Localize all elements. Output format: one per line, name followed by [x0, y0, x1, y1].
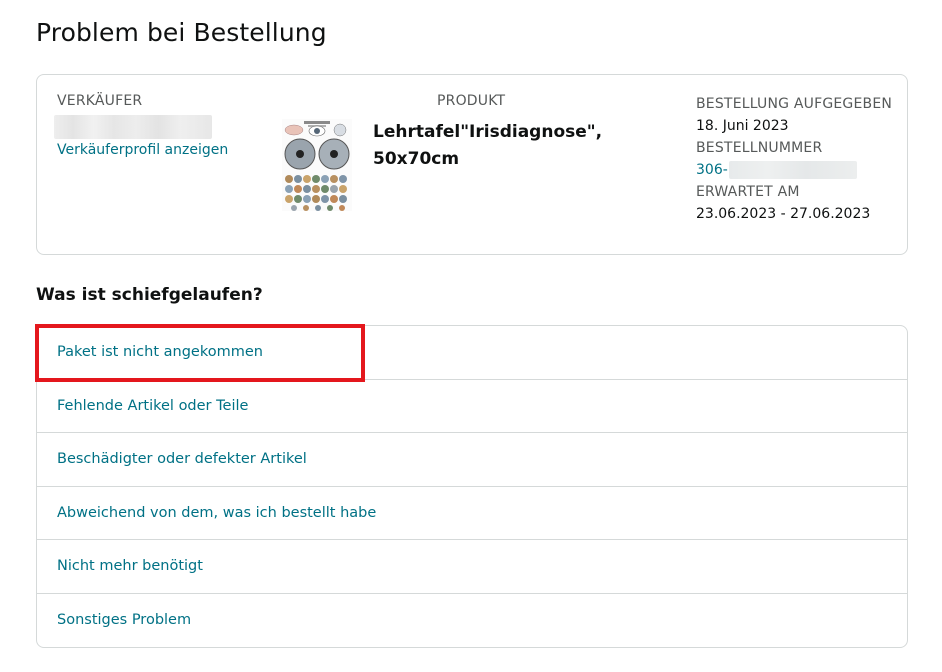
order-summary-card: VERKÄUFER Verkäuferprofil anzeigen PRODU… — [36, 74, 908, 255]
order-number[interactable]: 306- — [696, 159, 901, 181]
page-title: Problem bei Bestellung — [36, 18, 327, 47]
seller-label: VERKÄUFER — [57, 93, 143, 109]
product-label: PRODUKT — [437, 93, 506, 109]
option-label[interactable]: Paket ist nicht angekommen — [57, 344, 263, 360]
order-placed-date: 18. Juni 2023 — [696, 118, 789, 134]
order-details-column: BESTELLUNG AUFGEGEBEN 18. Juni 2023 BEST… — [696, 93, 901, 225]
order-number-redacted — [728, 161, 857, 179]
seller-name-redacted — [54, 115, 212, 139]
option-other-problem[interactable]: Sonstiges Problem — [37, 594, 907, 648]
product-title: Lehrtafel"Irisdiagnose", 50x70cm — [373, 122, 603, 169]
option-label[interactable]: Nicht mehr benötigt — [57, 558, 203, 574]
seller-profile-link[interactable]: Verkäuferprofil anzeigen — [57, 142, 257, 158]
option-damaged-item[interactable]: Beschädigter oder defekter Artikel — [37, 433, 907, 487]
option-no-longer-needed[interactable]: Nicht mehr benötigt — [37, 540, 907, 594]
option-label[interactable]: Beschädigter oder defekter Artikel — [57, 451, 307, 467]
option-label[interactable]: Sonstiges Problem — [57, 612, 191, 628]
option-label[interactable]: Abweichend von dem, was ich bestellt hab… — [57, 505, 376, 521]
product-image[interactable] — [282, 119, 352, 211]
problem-heading: Was ist schiefgelaufen? — [36, 285, 263, 305]
option-different-item[interactable]: Abweichend von dem, was ich bestellt hab… — [37, 487, 907, 540]
option-missing-items[interactable]: Fehlende Artikel oder Teile — [37, 380, 907, 433]
order-placed-label: BESTELLUNG AUFGEGEBEN — [696, 96, 893, 112]
option-label[interactable]: Fehlende Artikel oder Teile — [57, 398, 248, 414]
expected-date-range: 23.06.2023 - 27.06.2023 — [696, 206, 871, 222]
problem-options-list: Paket ist nicht angekommen Fehlende Arti… — [36, 325, 908, 648]
seller-column: VERKÄUFER Verkäuferprofil anzeigen — [54, 93, 257, 158]
order-number-label: BESTELLNUMMER — [696, 140, 823, 156]
option-package-not-arrived[interactable]: Paket ist nicht angekommen — [37, 326, 907, 380]
expected-label: ERWARTET AM — [696, 184, 800, 200]
order-number-link[interactable]: 306- — [696, 159, 728, 181]
